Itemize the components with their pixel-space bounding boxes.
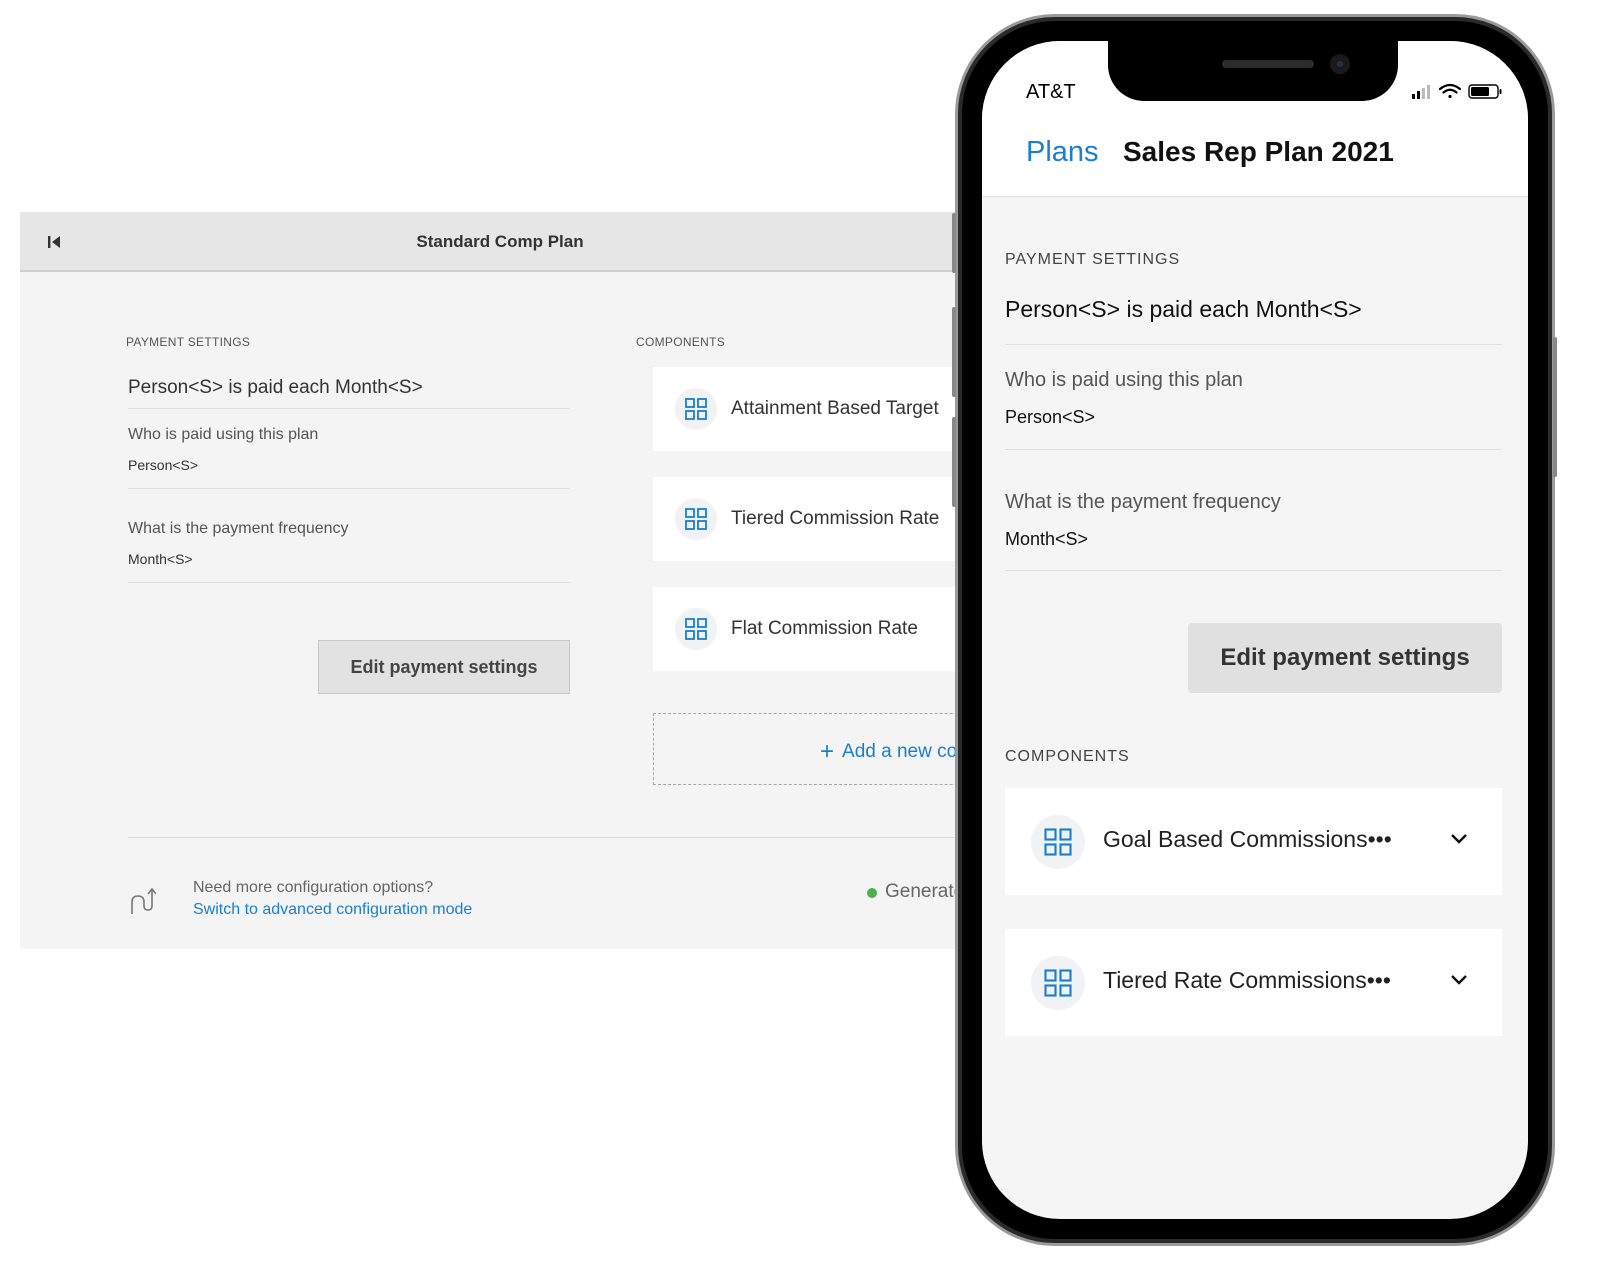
edit-payment-settings-button[interactable]: Edit payment settings bbox=[318, 640, 570, 694]
component-name: Flat Commission Rate bbox=[731, 618, 918, 639]
panel-header: Standard Comp Plan bbox=[20, 212, 980, 272]
who-paid-label: Who is paid using this plan bbox=[1005, 369, 1243, 391]
component-card[interactable]: Goal Based Commissions••• bbox=[1005, 788, 1502, 895]
component-card[interactable]: Tiered Commission Rate bbox=[653, 477, 980, 561]
component-name: Attainment Based Target bbox=[731, 398, 939, 419]
mobile-screen: AT&T Plans Sales Rep Plan 2021 PAYMENT S… bbox=[982, 41, 1528, 1219]
component-name: Tiered Rate Commissions••• bbox=[1103, 967, 1391, 993]
desktop-plan-panel: Standard Comp Plan PAYMENT SETTINGS Pers… bbox=[20, 212, 980, 949]
mobile-header: AT&T Plans Sales Rep Plan 2021 bbox=[982, 41, 1528, 197]
who-paid-label: Who is paid using this plan bbox=[128, 426, 319, 443]
component-name: Goal Based Commissions••• bbox=[1103, 826, 1392, 852]
components-heading: COMPONENTS bbox=[1005, 748, 1130, 765]
chevron-down-icon[interactable] bbox=[1450, 833, 1468, 845]
status-dot bbox=[867, 888, 877, 898]
components-heading: COMPONENTS bbox=[636, 335, 726, 349]
divider bbox=[128, 837, 980, 838]
need-more-options-text: Need more configuration options? bbox=[193, 879, 434, 896]
front-camera bbox=[1330, 54, 1350, 74]
payment-frequency-value: Month<S> bbox=[1005, 529, 1089, 549]
phone-side-button bbox=[1553, 337, 1557, 477]
speaker bbox=[1222, 60, 1314, 68]
payment-settings-heading: PAYMENT SETTINGS bbox=[126, 335, 251, 349]
payment-frequency-label: What is the payment frequency bbox=[1005, 491, 1281, 513]
payment-frequency-label: What is the payment frequency bbox=[128, 520, 349, 537]
payment-frequency-value: Month<S> bbox=[128, 551, 193, 567]
phone-notch bbox=[1108, 41, 1398, 101]
divider bbox=[128, 408, 570, 409]
payment-settings-heading: PAYMENT SETTINGS bbox=[1005, 251, 1181, 268]
carrier-label: AT&T bbox=[1026, 81, 1076, 103]
grid-icon bbox=[1031, 956, 1085, 1010]
divider bbox=[128, 488, 570, 489]
signal-icon bbox=[1412, 85, 1430, 99]
who-paid-value: Person<S> bbox=[1005, 407, 1096, 427]
phone-frame: AT&T Plans Sales Rep Plan 2021 PAYMENT S… bbox=[952, 14, 1557, 1246]
add-component-label: Add a new com bbox=[842, 741, 973, 762]
payment-summary: Person<S> is paid each Month<S> bbox=[128, 377, 423, 398]
plus-icon: + bbox=[820, 738, 835, 765]
who-paid-value: Person<S> bbox=[128, 457, 199, 473]
grid-icon bbox=[675, 388, 717, 430]
divider bbox=[1005, 344, 1502, 345]
grid-icon bbox=[675, 498, 717, 540]
phone-side-button bbox=[952, 307, 956, 397]
divider bbox=[1005, 570, 1502, 571]
component-name: Tiered Commission Rate bbox=[731, 508, 940, 529]
edit-payment-settings-button[interactable]: Edit payment settings bbox=[1188, 623, 1502, 693]
grid-icon bbox=[1031, 815, 1085, 869]
status-bar-icons bbox=[1412, 83, 1502, 99]
component-card[interactable]: Attainment Based Target bbox=[653, 367, 980, 451]
add-component-button[interactable]: + Add a new com bbox=[653, 713, 980, 785]
plan-title: Sales Rep Plan 2021 bbox=[1123, 136, 1394, 167]
phone-side-button bbox=[952, 213, 956, 273]
page-title: Standard Comp Plan bbox=[416, 232, 584, 251]
divider bbox=[128, 582, 570, 583]
divider bbox=[1005, 449, 1502, 450]
advanced-mode-link[interactable]: Switch to advanced configuration mode bbox=[193, 901, 472, 919]
component-card[interactable]: Tiered Rate Commissions••• bbox=[1005, 929, 1502, 1036]
switch-mode-icon bbox=[131, 887, 156, 914]
component-card[interactable]: Flat Commission Rate bbox=[653, 587, 980, 671]
wifi-icon bbox=[1438, 83, 1462, 99]
battery-icon bbox=[1468, 84, 1502, 99]
payment-summary: Person<S> is paid each Month<S> bbox=[1005, 296, 1362, 322]
grid-icon bbox=[675, 608, 717, 650]
chevron-down-icon[interactable] bbox=[1450, 974, 1468, 986]
back-to-plans-link[interactable]: Plans bbox=[1026, 136, 1099, 169]
phone-side-button bbox=[952, 417, 956, 507]
